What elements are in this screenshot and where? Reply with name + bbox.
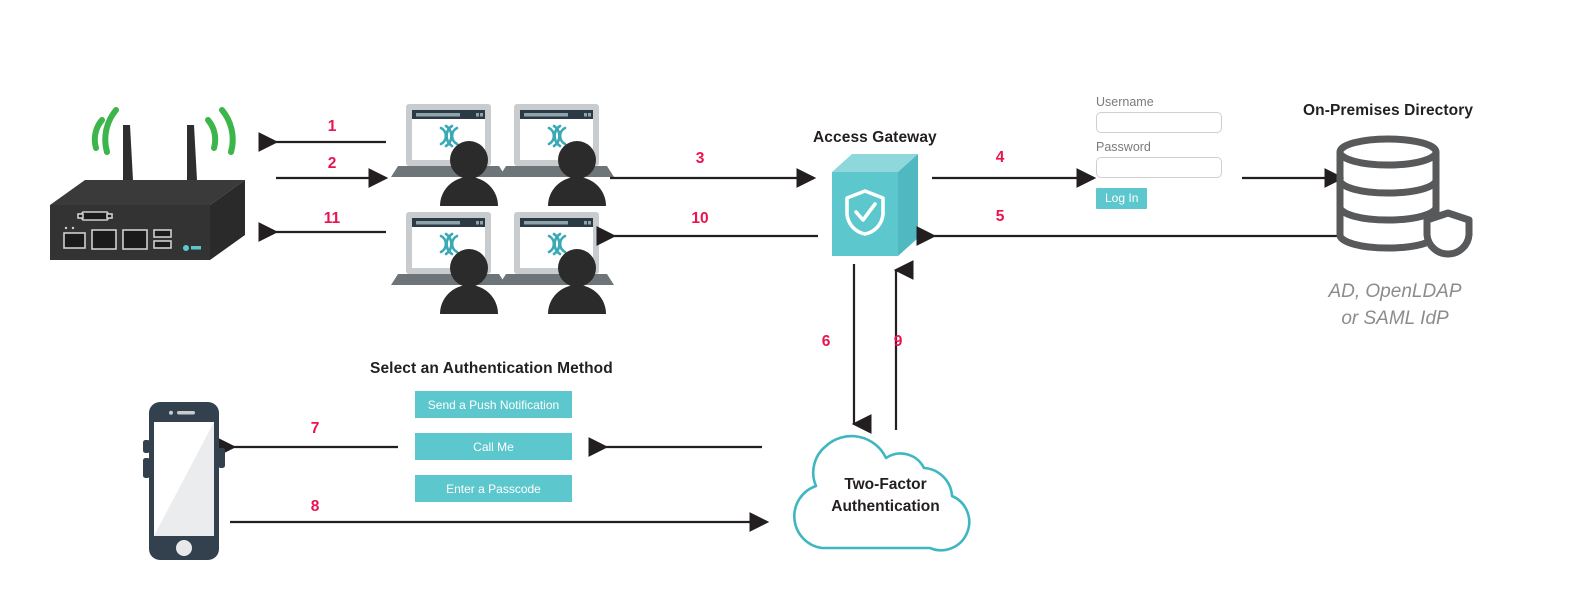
step-number-6: 6 bbox=[821, 333, 831, 350]
step-number-8: 8 bbox=[310, 498, 320, 515]
mobile-phone-icon bbox=[143, 400, 228, 562]
step-number-3: 3 bbox=[695, 150, 705, 167]
arrow-cloud-to-auth-methods bbox=[588, 437, 764, 457]
step-number-10: 10 bbox=[691, 210, 709, 227]
arrow-step-5 bbox=[916, 226, 1340, 246]
auth-method-list: Send a Push Notification Call Me Enter a… bbox=[415, 391, 572, 502]
diagram-canvas: 1 2 11 3 10 Access Gateway 4 5 Username … bbox=[0, 0, 1584, 616]
arrow-step-7 bbox=[216, 437, 400, 457]
arrow-step-3 bbox=[608, 168, 820, 188]
on-premises-directory-title: On-Premises Directory bbox=[1303, 102, 1474, 119]
auth-method-call-button[interactable]: Call Me bbox=[415, 433, 572, 460]
arrow-step-10 bbox=[596, 226, 820, 246]
wifi-signal-icon bbox=[91, 107, 236, 155]
log-in-button[interactable]: Log In bbox=[1096, 188, 1148, 209]
access-gateway-icon bbox=[826, 150, 922, 262]
step-number-1: 1 bbox=[327, 118, 337, 135]
step-number-7: 7 bbox=[310, 420, 320, 437]
auth-method-passcode-button[interactable]: Enter a Passcode bbox=[415, 475, 572, 502]
password-input[interactable] bbox=[1096, 157, 1222, 178]
select-auth-method-title: Select an Authentication Method bbox=[370, 360, 613, 377]
step-number-9: 9 bbox=[893, 333, 903, 350]
wireless-router bbox=[40, 85, 270, 265]
antenna-icon bbox=[123, 125, 197, 180]
step-number-4: 4 bbox=[995, 149, 1005, 166]
step-number-11: 11 bbox=[323, 210, 341, 227]
cloud-label-line-2: Authentication bbox=[831, 498, 940, 515]
directory-caption: AD, OpenLDAP or SAML IdP bbox=[1290, 278, 1500, 332]
laptop-users-bottom bbox=[391, 206, 614, 316]
shield-icon bbox=[1423, 209, 1473, 258]
access-gateway-title: Access Gateway bbox=[813, 129, 937, 146]
step-number-5: 5 bbox=[995, 208, 1005, 225]
username-label: Username bbox=[1096, 95, 1154, 109]
arrow-step-4 bbox=[930, 168, 1100, 188]
laptop-users-top bbox=[391, 98, 614, 208]
username-input[interactable] bbox=[1096, 112, 1222, 133]
directory-caption-line-2: or SAML IdP bbox=[1341, 308, 1449, 329]
two-factor-cloud-label: Two-Factor Authentication bbox=[778, 474, 993, 518]
cloud-label-line-1: Two-Factor bbox=[844, 476, 927, 493]
directory-caption-line-1: AD, OpenLDAP bbox=[1328, 281, 1462, 302]
password-label: Password bbox=[1096, 140, 1151, 154]
step-number-2: 2 bbox=[327, 155, 337, 172]
auth-method-push-button[interactable]: Send a Push Notification bbox=[415, 391, 572, 418]
login-form: Username Password Log In bbox=[1096, 95, 1228, 225]
directory-database-icon bbox=[1330, 135, 1480, 260]
